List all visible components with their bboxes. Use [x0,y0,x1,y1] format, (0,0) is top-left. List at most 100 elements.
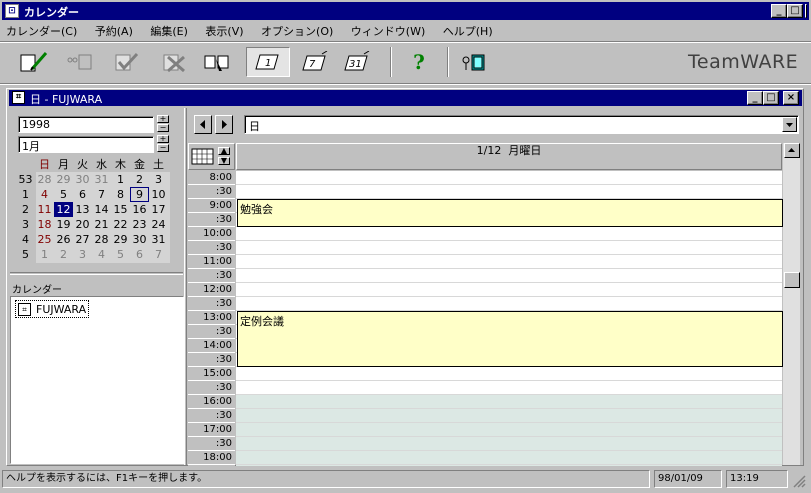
menu-edit[interactable]: 編集(E) [150,25,188,38]
year-up-button[interactable]: + [157,115,169,123]
calendar-day[interactable]: 6 [73,187,92,202]
vertical-scrollbar[interactable] [783,143,800,465]
month-field[interactable]: 1月 [18,136,154,153]
day-view-button[interactable]: 1 [246,47,290,77]
new-entry-button[interactable] [16,47,50,77]
time-slot[interactable] [236,269,782,283]
time-slot[interactable] [236,437,782,451]
week-number[interactable]: 4 [16,232,35,247]
dropdown-button[interactable] [782,117,797,132]
menu-window[interactable]: ウィンドウ(W) [351,25,425,38]
resize-grip[interactable] [792,474,806,488]
time-slot[interactable] [236,241,782,255]
menu-appointment[interactable]: 予約(A) [95,25,133,38]
panel-splitter[interactable] [10,272,183,275]
child-close-button[interactable]: × [783,91,799,105]
time-slot[interactable] [236,171,782,185]
calendar-day[interactable]: 3 [73,247,92,262]
next-button[interactable] [215,115,233,134]
calendar-day[interactable]: 25 [35,232,54,247]
calendar-day[interactable]: 3 [149,172,168,187]
approve-button[interactable] [108,47,142,77]
calendar-day[interactable]: 2 [130,172,149,187]
calendar-day[interactable]: 14 [92,202,111,217]
calendar-day[interactable]: 24 [149,217,168,232]
link-button[interactable] [62,47,96,77]
calendar-day[interactable]: 31 [149,232,168,247]
menu-help[interactable]: ヘルプ(H) [443,25,493,38]
child-minimize-button[interactable]: _ [747,91,763,105]
calendar-day[interactable]: 10 [149,187,168,202]
calendar-day[interactable]: 21 [92,217,111,232]
calendar-day[interactable]: 30 [130,232,149,247]
maximize-button[interactable]: □ [787,4,803,18]
menu-view[interactable]: 表示(V) [205,25,243,38]
calendar-day[interactable]: 15 [111,202,130,217]
scroll-up-button[interactable] [784,143,800,158]
notice-button[interactable] [200,47,234,77]
view-select[interactable]: 日 [244,115,799,134]
calendar-day[interactable]: 13 [73,202,92,217]
year-down-button[interactable]: − [157,124,169,132]
month-down-button[interactable]: − [157,144,169,152]
prev-button[interactable] [194,115,212,134]
time-slot[interactable] [236,409,782,423]
time-slot[interactable] [236,227,782,241]
help-button[interactable]: ? [402,47,436,77]
close-button[interactable]: × [805,4,807,18]
child-maximize-button[interactable]: □ [763,91,779,105]
time-slot[interactable] [236,381,782,395]
week-number[interactable]: 2 [16,202,35,217]
week-number[interactable]: 3 [16,217,35,232]
time-slot[interactable] [236,395,782,409]
vertical-splitter[interactable] [184,108,187,465]
calendar-day[interactable]: 5 [54,187,73,202]
time-slot[interactable] [236,283,782,297]
calendar-day[interactable]: 1 [111,172,130,187]
calendar-day[interactable]: 26 [54,232,73,247]
calendar-day[interactable]: 8 [111,187,130,202]
calendar-list-item[interactable]: ⌗ FUJWARA [15,300,90,318]
minimize-button[interactable]: _ [771,4,787,18]
calendar-day[interactable]: 7 [92,187,111,202]
calendar-day[interactable]: 17 [149,202,168,217]
event-block[interactable]: 勉強会 [237,199,783,227]
time-slot[interactable] [236,255,782,269]
time-slot[interactable] [236,423,782,437]
event-block[interactable]: 定例会議 [237,311,783,367]
year-field[interactable]: 1998 [18,116,154,133]
week-view-button[interactable]: 7 [298,47,332,77]
calendar-day[interactable]: 1 [35,247,54,262]
week-number[interactable]: 53 [16,172,35,187]
calendar-day[interactable]: 7 [149,247,168,262]
calendar-day[interactable]: 28 [35,172,54,187]
calendar-day[interactable]: 19 [54,217,73,232]
calendar-day[interactable]: 11 [35,202,54,217]
exit-button[interactable] [456,47,490,77]
calendar-day[interactable]: 29 [111,232,130,247]
cancel-entry-button[interactable] [156,47,190,77]
month-view-button[interactable]: 31 [340,47,374,77]
time-slot[interactable] [236,367,782,381]
app-icon[interactable]: ⊡ [5,4,19,18]
calendar-day[interactable]: 27 [73,232,92,247]
calendar-day[interactable]: 6 [130,247,149,262]
week-number[interactable]: 5 [16,247,35,262]
calendar-day[interactable]: 20 [73,217,92,232]
calendar-window-icon[interactable]: ⌗ [12,91,25,104]
time-slot[interactable] [236,451,782,465]
calendar-day-today[interactable]: 9 [130,187,149,202]
calendar-day[interactable]: 28 [92,232,111,247]
calendar-day[interactable]: 30 [73,172,92,187]
menu-options[interactable]: オプション(O) [261,25,333,38]
calendar-day[interactable]: 16 [130,202,149,217]
time-slot[interactable] [236,297,782,311]
calendar-day[interactable]: 5 [111,247,130,262]
calendar-day[interactable]: 22 [111,217,130,232]
zoom-down-button[interactable]: ▼ [218,157,230,165]
calendar-day-selected[interactable]: 12 [54,202,73,217]
calendar-day[interactable]: 23 [130,217,149,232]
calendar-day[interactable]: 31 [92,172,111,187]
calendar-day[interactable]: 29 [54,172,73,187]
scroll-thumb[interactable] [784,272,800,288]
